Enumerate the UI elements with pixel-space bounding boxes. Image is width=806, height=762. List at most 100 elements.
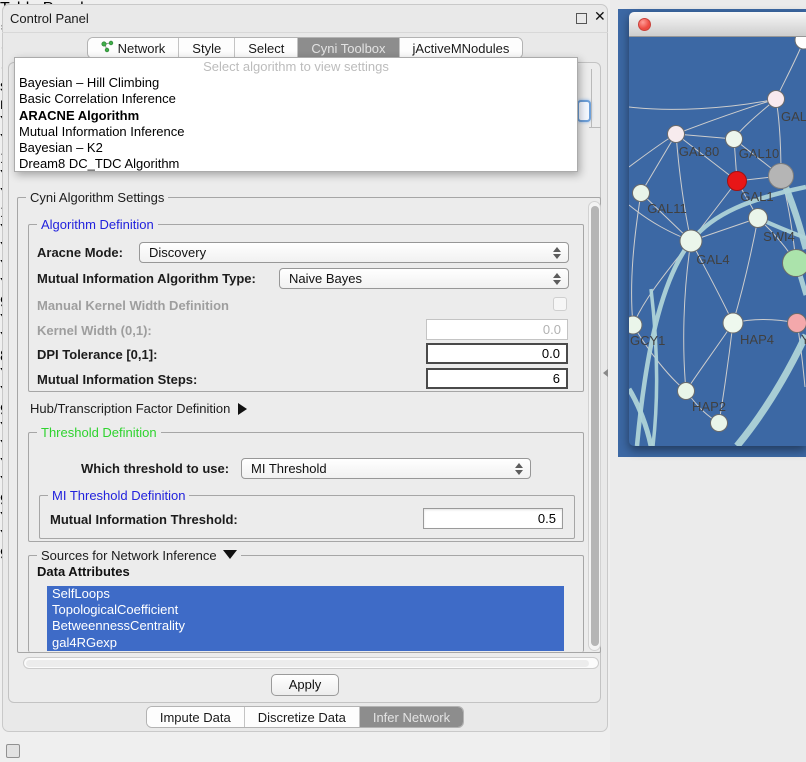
tab-select[interactable]: Select: [235, 38, 298, 58]
zoom-button[interactable]: [629, 18, 642, 31]
aracne-mode-select[interactable]: Discovery: [139, 242, 569, 263]
tab-style[interactable]: Style: [179, 38, 235, 58]
panel-grip-icon[interactable]: [6, 744, 20, 758]
algorithm-options: Bayesian – Hill ClimbingBasic Correlatio…: [15, 75, 577, 173]
network-window-titlebar[interactable]: [629, 12, 806, 37]
tab-network[interactable]: Network: [88, 38, 180, 58]
node-label-y: Y: [801, 332, 806, 347]
tab-label: Impute Data: [160, 710, 231, 725]
network-node-unlabeled[interactable]: [783, 250, 806, 277]
dpi-tolerance-field[interactable]: 0.0: [426, 343, 568, 364]
network-node-unlabeled[interactable]: [711, 415, 728, 432]
hub-definition-section[interactable]: Hub/Transcription Factor Definition: [30, 401, 247, 416]
attribute-item-topologicalcoefficient[interactable]: TopologicalCoefficient: [47, 602, 564, 618]
algorithm-option-bayesian-k2[interactable]: Bayesian – K2: [15, 140, 577, 156]
tab-discretize-data[interactable]: Discretize Data: [245, 707, 360, 727]
tab-label: Cyni Toolbox: [311, 41, 385, 56]
network-canvas[interactable]: GALGAL80GAL10GAL1SWI4GAL11GAL4GCY1HAP4YH…: [629, 37, 806, 446]
occluded-groupbox-border: [591, 69, 592, 127]
network-node-gcy1[interactable]: [629, 316, 642, 334]
float-window-icon[interactable]: [576, 13, 587, 24]
algorithm-definition-group: Algorithm Definition Aracne Mode: Discov…: [28, 224, 584, 392]
network-view-window[interactable]: GALGAL80GAL10GAL1SWI4GAL11GAL4GCY1HAP4YH…: [629, 12, 806, 446]
control-panel-title: Control Panel: [10, 11, 89, 26]
mi-steps-field[interactable]: 6: [426, 368, 568, 389]
scrollbar-thumb[interactable]: [591, 206, 599, 646]
network-node-gal11[interactable]: [633, 185, 650, 202]
algorithm-option-basic-correlation-inference[interactable]: Basic Correlation Inference: [15, 91, 577, 107]
titlebar-divider: [2, 32, 608, 33]
close-icon[interactable]: ✕: [594, 8, 606, 25]
mi-threshold-group: MI Threshold Definition Mutual Informati…: [39, 495, 575, 539]
network-node-unlabeled[interactable]: [795, 37, 806, 49]
node-label-hap4: HAP4: [740, 332, 774, 347]
aracne-mode-value: Discovery: [149, 245, 206, 260]
tab-label: Discretize Data: [258, 710, 346, 725]
algorithm-option-mutual-information-inference[interactable]: Mutual Information Inference: [15, 124, 577, 140]
mi-steps-label: Mutual Information Steps:: [37, 372, 197, 387]
tab-label: Network: [118, 41, 166, 56]
occluded-groupbox-border: [589, 127, 601, 128]
mi-threshold-title: MI Threshold Definition: [48, 488, 189, 503]
control-panel-titlebar: Control Panel ✕: [2, 6, 608, 32]
tab-infer-network[interactable]: Infer Network: [360, 707, 463, 727]
scrollbar-thumb[interactable]: [26, 660, 589, 667]
divider-collapse-icon[interactable]: [603, 369, 608, 377]
algorithm-option-bayesian-hill-climbing[interactable]: Bayesian – Hill Climbing: [15, 75, 577, 91]
tab-impute-data[interactable]: Impute Data: [147, 707, 245, 727]
minimize-button[interactable]: [656, 18, 669, 31]
settings-vertical-scrollbar[interactable]: [588, 201, 601, 651]
manual-kernel-width-checkbox[interactable]: [553, 297, 567, 311]
occluded-combo-spinner: [577, 100, 591, 122]
mi-algorithm-type-label: Mutual Information Algorithm Type:: [37, 271, 256, 286]
stepper-arrows-icon: [552, 272, 561, 286]
manual-kernel-width-label: Manual Kernel Width Definition: [37, 298, 229, 313]
collapsed-arrow-icon[interactable]: [238, 403, 247, 415]
expanded-arrow-icon[interactable]: [223, 550, 237, 559]
network-node-gal[interactable]: [768, 91, 785, 108]
network-node-swi4[interactable]: [749, 209, 768, 228]
mi-algorithm-type-select[interactable]: Naive Bayes: [279, 268, 569, 289]
network-node-unlabeled[interactable]: [769, 164, 794, 189]
tab-jactivemnodules[interactable]: jActiveMNodules: [400, 38, 523, 58]
which-threshold-value: MI Threshold: [251, 461, 327, 476]
node-label-gal10: GAL10: [739, 146, 779, 161]
node-label-gal4: GAL4: [696, 252, 729, 267]
network-node-gal10[interactable]: [726, 131, 743, 148]
node-label-gal80: GAL80: [679, 144, 719, 159]
node-label-hap2: HAP2: [692, 399, 726, 414]
aracne-mode-label: Aracne Mode:: [37, 245, 123, 260]
settings-group-title: Cyni Algorithm Settings: [26, 190, 168, 205]
algorithm-option-dream8-dc-tdc-algorithm[interactable]: Dream8 DC_TDC Algorithm: [15, 156, 577, 172]
network-node-gal1[interactable]: [728, 172, 747, 191]
network-node-gal80[interactable]: [668, 126, 685, 143]
sources-group: Sources for Network Inference Data Attri…: [28, 555, 584, 652]
network-node-gal4[interactable]: [680, 230, 702, 252]
network-node-hap2[interactable]: [678, 383, 695, 400]
network-node-y[interactable]: [788, 314, 806, 333]
network-node-hap4[interactable]: [723, 313, 743, 333]
attribute-item-gal4rgexp[interactable]: gal4RGexp: [47, 635, 564, 651]
node-label-gal1: GAL1: [740, 189, 773, 204]
mi-threshold-field[interactable]: 0.5: [423, 508, 563, 529]
cyni-algorithm-settings-group: Cyni Algorithm Settings Algorithm Defini…: [17, 197, 601, 653]
node-label-gal11: GAL11: [647, 201, 687, 216]
settings-horizontal-scrollbar[interactable]: [23, 657, 599, 669]
attribute-item-selfloops[interactable]: SelfLoops: [47, 586, 564, 602]
node-label-gal: GAL: [781, 109, 806, 124]
algorithm-option-aracne-algorithm[interactable]: ARACNE Algorithm: [15, 108, 577, 124]
algorithm-dropdown-popup: Select algorithm to view settings Bayesi…: [14, 57, 578, 172]
hub-definition-label: Hub/Transcription Factor Definition: [30, 401, 230, 416]
attribute-item-betweennesscentrality[interactable]: BetweennessCentrality: [47, 618, 564, 634]
tab-cyni-toolbox[interactable]: Cyni Toolbox: [298, 38, 399, 58]
which-threshold-select[interactable]: MI Threshold: [241, 458, 531, 479]
stepper-arrows-icon: [552, 246, 561, 260]
control-panel-tabbar: Network StyleSelect Cyni Toolbox jActiveMNo…: [87, 37, 524, 59]
threshold-definition-group: Threshold Definition Which threshold to …: [28, 432, 584, 542]
sources-title: Sources for Network Inference: [37, 548, 241, 563]
which-threshold-label: Which threshold to use:: [81, 461, 229, 476]
data-attributes-label: Data Attributes: [37, 564, 130, 579]
data-attributes-list[interactable]: SelfLoopsTopologicalCoefficientBetweenne…: [47, 586, 564, 651]
apply-button[interactable]: Apply: [271, 674, 339, 696]
kernel-width-field[interactable]: 0.0: [426, 319, 568, 340]
